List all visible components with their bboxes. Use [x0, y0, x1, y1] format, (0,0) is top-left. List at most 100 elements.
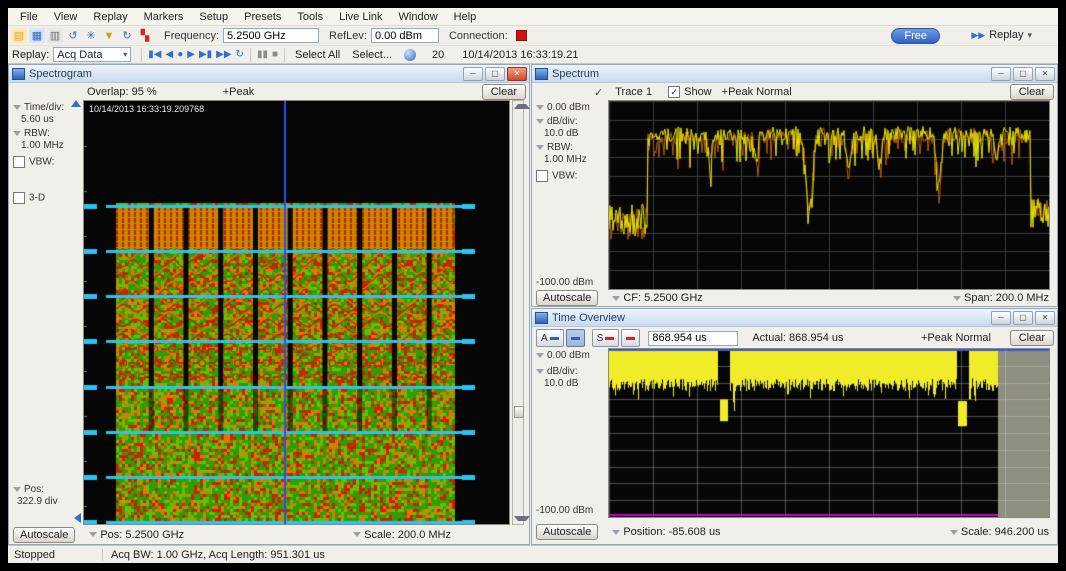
span-control[interactable]: Span: 200.0 MHz	[952, 292, 1049, 304]
trace-dropdown-icon[interactable]: ✓	[594, 86, 603, 99]
spectrogram-top-marker-icon[interactable]	[71, 100, 81, 107]
time-overview-plot[interactable]	[608, 348, 1050, 518]
spectrogram-scrollbar[interactable]	[512, 100, 530, 525]
free-run-button[interactable]: Free	[891, 28, 940, 44]
vbw-checkbox[interactable]: VBW:	[536, 170, 577, 182]
ref-level-control[interactable]: 0.00 dBm	[536, 102, 590, 113]
close-button[interactable]: ✕	[1035, 311, 1055, 325]
db-per-div-control[interactable]: dB/div:	[536, 366, 578, 377]
menu-item-setup[interactable]: Setup	[191, 10, 236, 24]
undo-icon[interactable]: ↺	[65, 28, 81, 43]
select-button[interactable]: Select...	[352, 49, 392, 61]
markers-icon[interactable]: ▚	[137, 28, 153, 43]
scale-control[interactable]: Scale: 200.0 MHz	[353, 529, 451, 541]
analysis-time-manual-button[interactable]	[565, 329, 585, 347]
scroll-down-icon[interactable]	[514, 516, 530, 521]
spectrogram-settings-sidebar: Time/div: 5.60 us RBW: 1.00 MHz VBW: 3-D…	[9, 100, 83, 525]
replay-stop-button[interactable]: ■	[272, 49, 278, 60]
menu-item-markers[interactable]: Markers	[136, 10, 192, 24]
spectrum-time-manual-button[interactable]	[621, 329, 641, 347]
rbw-control[interactable]: RBW:	[536, 142, 573, 153]
maximize-button[interactable]: ▢	[485, 67, 505, 81]
analysis-length-input[interactable]	[648, 330, 739, 346]
save-icon[interactable]: ▦	[29, 28, 45, 43]
spectrum-plot[interactable]	[608, 100, 1050, 290]
rbw-control[interactable]: RBW:	[13, 128, 50, 139]
menu-item-file[interactable]: File	[12, 10, 46, 24]
menu-item-live-link[interactable]: Live Link	[331, 10, 390, 24]
show-checkbox[interactable]: ✓ Show	[668, 86, 712, 99]
menu-item-tools[interactable]: Tools	[289, 10, 331, 24]
autoscale-button[interactable]: Autoscale	[536, 524, 599, 540]
settings-icon[interactable]: ✳	[83, 28, 99, 43]
bottom-ref-label: -100.00 dBm	[536, 277, 594, 288]
autoscale-button[interactable]: Autoscale	[536, 290, 599, 306]
menu-item-replay[interactable]: Replay	[85, 10, 135, 24]
close-button[interactable]: ✕	[507, 67, 527, 81]
trace-selector[interactable]: Trace 1	[615, 86, 652, 98]
spectrum-time-auto-button[interactable]: S	[591, 329, 620, 347]
acquire-icon[interactable]: ↻	[119, 28, 135, 43]
open-folder-icon[interactable]: ▤	[11, 28, 27, 43]
scale-control[interactable]: Scale: 946.200 us	[949, 526, 1049, 538]
reflev-input[interactable]	[370, 28, 439, 43]
cf-control[interactable]: CF: 5.2500 GHz	[612, 292, 703, 304]
minimize-button[interactable]: ─	[991, 67, 1011, 81]
replay-loop-button[interactable]: ↻	[236, 49, 244, 60]
amplitude-icon[interactable]: ▼	[101, 28, 117, 43]
maximize-button[interactable]: ▢	[1013, 67, 1033, 81]
replay-play-button[interactable]: ▶	[187, 49, 195, 60]
menu-item-presets[interactable]: Presets	[236, 10, 289, 24]
replay-mode-dropdown[interactable]: ▶▶ Replay ▾	[971, 29, 1032, 41]
spectrogram-title-bar[interactable]: Spectrogram ─ ▢ ✕	[9, 65, 529, 83]
menu-item-window[interactable]: Window	[391, 10, 446, 24]
autoscale-button[interactable]: Autoscale	[13, 526, 76, 543]
threed-checkbox[interactable]: 3-D	[13, 192, 45, 204]
checkbox-icon	[13, 156, 25, 168]
ref-level-control[interactable]: 0.00 dBm	[536, 350, 590, 361]
chevron-down-icon: ▾	[123, 50, 128, 59]
clear-button[interactable]: Clear	[1009, 330, 1054, 346]
select-all-button[interactable]: Select All	[295, 49, 340, 61]
replay-pause-button[interactable]: ▮▮	[257, 49, 268, 60]
time-overview-title-bar[interactable]: Time Overview ─ ▢ ✕	[532, 309, 1057, 327]
expander-icon	[612, 529, 621, 535]
replay-source-combobox[interactable]: Acq Data ▾	[53, 47, 132, 62]
print-icon[interactable]: ▥	[47, 28, 63, 43]
time-per-div-control[interactable]: Time/div:	[13, 102, 64, 113]
replay-step-back-button[interactable]: ◀	[166, 49, 174, 60]
clear-button[interactable]: Clear	[1009, 84, 1054, 100]
spectrum-title-bar[interactable]: Spectrum ─ ▢ ✕	[532, 65, 1057, 83]
replay-skip-start-button[interactable]: ▮◀	[148, 49, 161, 60]
menu-item-help[interactable]: Help	[446, 10, 485, 24]
replay-record-button[interactable]: ●	[177, 49, 183, 60]
clear-button[interactable]: Clear	[481, 84, 526, 100]
frequency-input[interactable]	[223, 28, 320, 43]
menu-item-view[interactable]: View	[46, 10, 86, 24]
acquisition-info-icon[interactable]	[404, 48, 416, 61]
spectrum-trace-display[interactable]	[609, 101, 1049, 289]
position-control[interactable]: Position: -85.608 us	[612, 526, 721, 538]
pos-div-value: 322.9 div	[17, 496, 58, 507]
time-overview-trace-display[interactable]	[609, 349, 1049, 517]
replay-step-forward-button[interactable]: ▶▮	[199, 49, 212, 60]
maximize-button[interactable]: ▢	[1013, 311, 1033, 325]
separator	[141, 47, 143, 62]
scrollbar-thumb[interactable]	[514, 406, 524, 418]
minimize-button[interactable]: ─	[991, 311, 1011, 325]
vbw-checkbox[interactable]: VBW:	[13, 156, 54, 168]
spectrogram-pos-marker-icon[interactable]	[74, 513, 81, 523]
time-overview-panel: Time Overview ─ ▢ ✕ A S Actual: 868.954 …	[531, 308, 1058, 545]
pos-control[interactable]: Pos:	[13, 484, 44, 495]
expander-icon	[89, 532, 98, 538]
spectrogram-plot[interactable]: 10/14/2013 16:33:19.209768	[83, 100, 510, 525]
analysis-time-auto-button[interactable]: A	[536, 329, 564, 347]
db-per-div-control[interactable]: dB/div:	[536, 116, 578, 127]
replay-fast-forward-button[interactable]: ▶▶	[216, 49, 231, 60]
close-button[interactable]: ✕	[1035, 67, 1055, 81]
scroll-up-icon[interactable]	[514, 104, 530, 109]
spectrogram-heatmap[interactable]	[84, 101, 509, 524]
expander-icon	[949, 529, 958, 535]
minimize-button[interactable]: ─	[463, 67, 483, 81]
pos-frequency-control[interactable]: Pos: 5.2500 GHz	[89, 529, 184, 541]
